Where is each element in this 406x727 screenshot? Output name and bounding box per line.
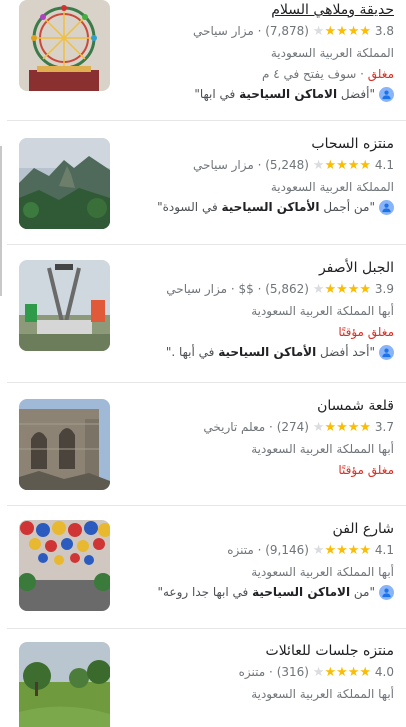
- review-snippet: "أفضل الاماكن السياحية في ابها": [124, 84, 394, 104]
- place-category: · معلم تاريخي: [203, 420, 273, 434]
- place-location: المملكة العربية السعودية: [270, 180, 394, 194]
- rating-value: 4.1: [374, 158, 394, 172]
- place-photo[interactable]: [19, 399, 110, 490]
- place-photo[interactable]: [19, 642, 110, 727]
- rating-stars: ★★★★★: [312, 158, 372, 173]
- review-snippet: "من الاماكن السياحية في ابها جدا روعه": [124, 582, 394, 602]
- place-category: · متنزه: [238, 665, 273, 679]
- review-keyword: الاماكن السياحية: [252, 585, 351, 599]
- place-category: · متنزه: [227, 543, 262, 557]
- place-photo[interactable]: [19, 138, 110, 229]
- review-keyword: الاماكن السياحية: [239, 87, 338, 101]
- review-count: (316): [276, 665, 309, 679]
- place-rating-row: 3.8 ★★★★★ (7,878) · مزار سياحي: [124, 21, 394, 42]
- review-suffix: في ابها": [194, 87, 240, 101]
- rating-stars: ★★★★★: [312, 420, 372, 435]
- place-name[interactable]: حديقة وملاهي السلام: [124, 0, 394, 20]
- place-rating-row: 4.1 ★★★★★ (5,248) · مزار سياحي: [124, 155, 394, 176]
- review-suffix: في السودة": [157, 200, 222, 214]
- place-card[interactable]: منتزه السحاب 4.1 ★★★★★ (5,248) · مزار سي…: [7, 122, 406, 245]
- place-name[interactable]: قلعة شمسان: [124, 396, 394, 416]
- place-name[interactable]: منتزه جلسات للعائلات: [124, 641, 394, 661]
- review-count: (7,878): [265, 24, 309, 38]
- place-category: · مزار سياحي: [193, 24, 262, 38]
- review-suffix: في ابها جدا روعه": [157, 585, 253, 599]
- places-results-list: حديقة وملاهي السلام 3.8 ★★★★★ (7,878) · …: [7, 0, 406, 727]
- place-photo[interactable]: [19, 520, 110, 611]
- review-keyword: الأماكن السياحية: [221, 200, 320, 214]
- place-card[interactable]: الجبل الأصفر 3.9 ★★★★★ (5,862) · $$ · مز…: [7, 246, 406, 383]
- rating-stars: ★★★★★: [312, 665, 372, 680]
- person-icon: [379, 344, 394, 360]
- umbrella-street-photo: [19, 520, 110, 611]
- status-closed: مغلق مؤقتًا: [338, 463, 394, 477]
- castle-ruins-photo: [19, 399, 110, 490]
- place-info: حديقة وملاهي السلام 3.8 ★★★★★ (7,878) · …: [124, 0, 394, 104]
- review-prefix: "من: [350, 585, 375, 599]
- place-photo[interactable]: [19, 260, 110, 351]
- place-location: أبها المملكة العربية السعودية: [251, 442, 394, 456]
- place-rating-row: 4.1 ★★★★★ (9,146) · متنزه: [124, 540, 394, 561]
- rating-value: 3.7: [374, 420, 394, 434]
- status-note: · سوف يفتح في ٤ م: [261, 67, 368, 81]
- review-keyword: الأماكن السياحية: [218, 345, 317, 359]
- person-icon: [379, 199, 394, 215]
- rating-value: 3.8: [374, 24, 394, 38]
- rating-value: 4.0: [374, 665, 394, 679]
- review-prefix: "من أجمل: [319, 200, 375, 214]
- place-hours: مغلق · سوف يفتح في ٤ م: [124, 64, 394, 84]
- place-category: · مزار سياحي: [166, 282, 235, 296]
- place-info: منتزه جلسات للعائلات 4.0 ★★★★★ (316) · م…: [124, 641, 394, 704]
- rating-stars: ★★★★★: [312, 282, 372, 297]
- place-location: أبها المملكة العربية السعودية: [251, 304, 394, 318]
- person-icon: [379, 584, 394, 600]
- review-count: (5,248): [265, 158, 309, 172]
- review-count: (5,862): [265, 282, 309, 296]
- review-prefix: "أحد أفضل: [316, 345, 375, 359]
- place-name[interactable]: الجبل الأصفر: [124, 258, 394, 278]
- place-location: المملكة العربية السعودية: [270, 46, 394, 60]
- price-level: · $$: [238, 282, 262, 296]
- place-rating-row: 3.9 ★★★★★ (5,862) · $$ · مزار سياحي: [124, 279, 394, 300]
- rating-stars: ★★★★★: [312, 24, 372, 39]
- mountain-photo: [19, 138, 110, 229]
- review-suffix: في أبها .": [165, 345, 219, 359]
- review-prefix: "أفضل: [337, 87, 375, 101]
- review-count: (274): [276, 420, 309, 434]
- place-rating-row: 3.7 ★★★★★ (274) · معلم تاريخي: [124, 417, 394, 438]
- place-hours: مغلق مؤقتًا: [124, 322, 394, 342]
- rating-value: 3.9: [374, 282, 394, 296]
- place-card[interactable]: حديقة وملاهي السلام 3.8 ★★★★★ (7,878) · …: [7, 0, 406, 121]
- place-card[interactable]: شارع الفن 4.1 ★★★★★ (9,146) · متنزه أبها…: [7, 507, 406, 629]
- rating-value: 4.1: [374, 543, 394, 557]
- place-name[interactable]: منتزه السحاب: [124, 134, 394, 154]
- place-info: شارع الفن 4.1 ★★★★★ (9,146) · متنزه أبها…: [124, 519, 394, 602]
- place-info: الجبل الأصفر 3.9 ★★★★★ (5,862) · $$ · مز…: [124, 258, 394, 362]
- place-location: أبها المملكة العربية السعودية: [251, 565, 394, 579]
- place-info: منتزه السحاب 4.1 ★★★★★ (5,248) · مزار سي…: [124, 134, 394, 217]
- rating-stars: ★★★★★: [312, 543, 372, 558]
- scroll-indicator[interactable]: [0, 146, 2, 296]
- place-card[interactable]: منتزه جلسات للعائلات 4.0 ★★★★★ (316) · م…: [7, 630, 406, 727]
- place-hours: مغلق مؤقتًا: [124, 460, 394, 480]
- status-closed: مغلق مؤقتًا: [338, 325, 394, 339]
- park-photo: [19, 642, 110, 727]
- place-name[interactable]: شارع الفن: [124, 519, 394, 539]
- place-category: · مزار سياحي: [193, 158, 262, 172]
- place-rating-row: 4.0 ★★★★★ (316) · متنزه: [124, 662, 394, 683]
- place-location: أبها المملكة العربية السعودية: [251, 687, 394, 701]
- place-card[interactable]: قلعة شمسان 3.7 ★★★★★ (274) · معلم تاريخي…: [7, 384, 406, 506]
- place-photo[interactable]: [19, 0, 110, 91]
- review-snippet: "أحد أفضل الأماكن السياحية في أبها .": [124, 342, 394, 362]
- place-info: قلعة شمسان 3.7 ★★★★★ (274) · معلم تاريخي…: [124, 396, 394, 480]
- review-snippet: "من أجمل الأماكن السياحية في السودة": [124, 197, 394, 217]
- person-icon: [379, 86, 394, 102]
- amusement-ride-photo: [19, 260, 110, 351]
- ferris-wheel-photo: [19, 0, 110, 91]
- review-count: (9,146): [265, 543, 309, 557]
- status-closed: مغلق: [367, 67, 394, 81]
